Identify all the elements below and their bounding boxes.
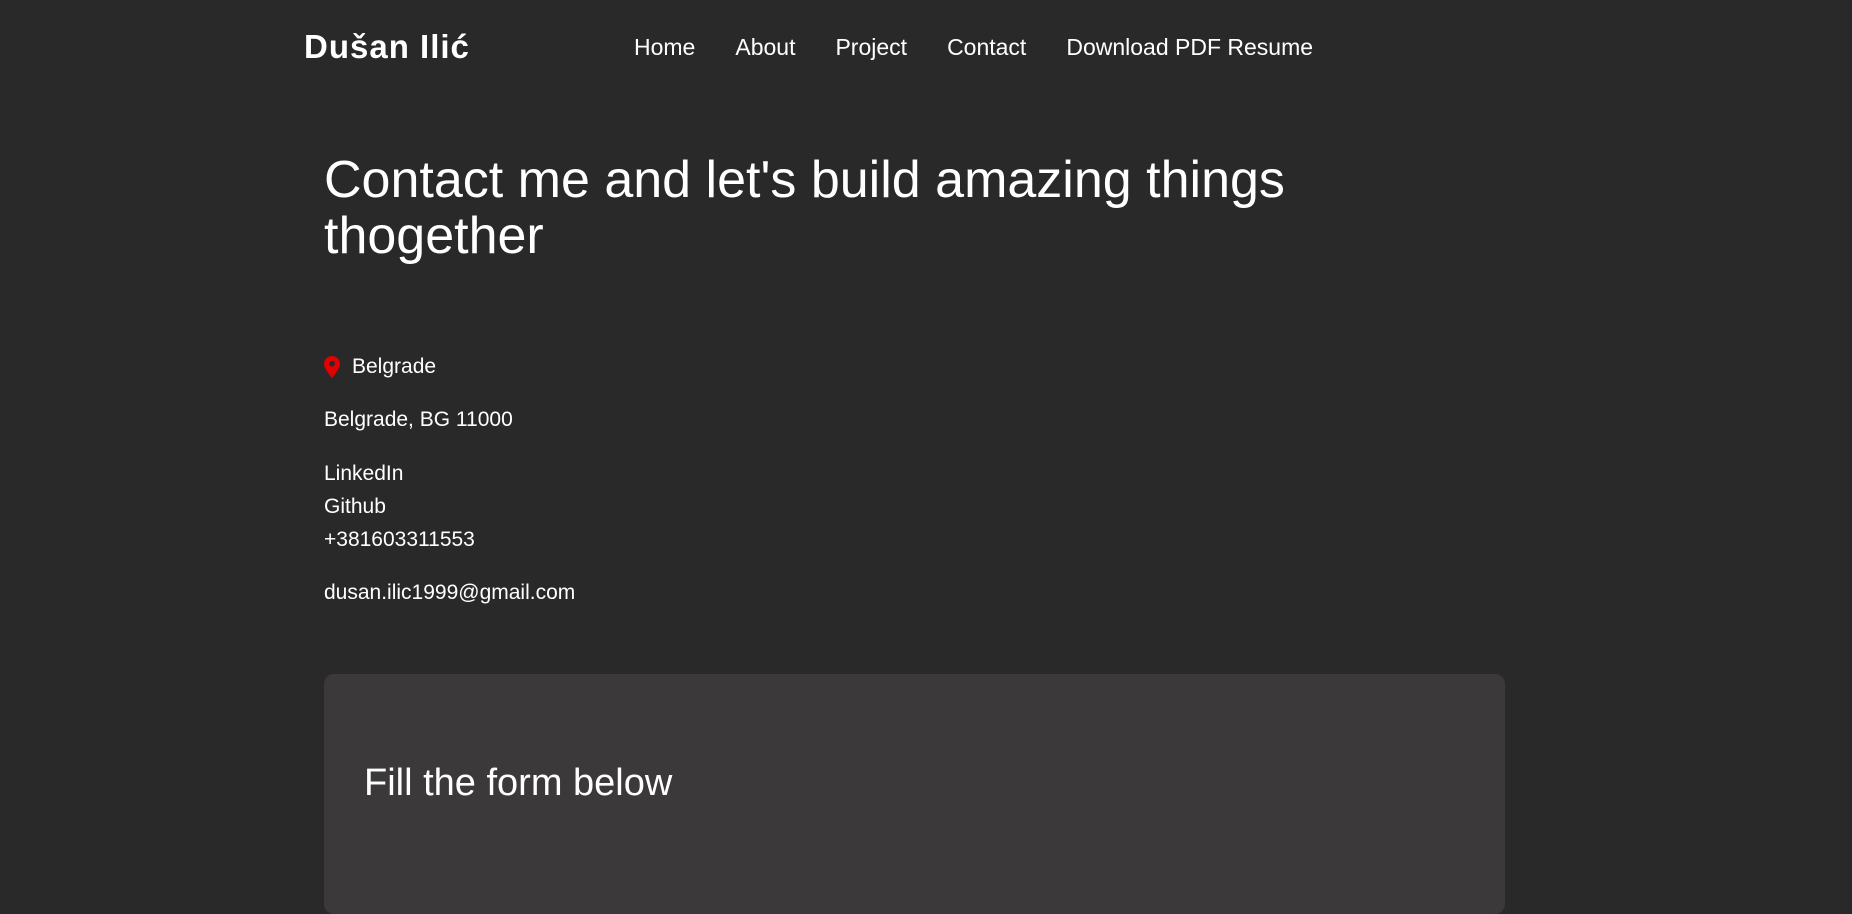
site-header: Dušan Ilić Home About Project Contact Do…	[0, 0, 1852, 96]
linkedin-link[interactable]: LinkedIn	[324, 457, 1024, 490]
email-link[interactable]: dusan.ilic1999@gmail.com	[324, 578, 1024, 608]
brand-logo[interactable]: Dušan Ilić	[304, 28, 470, 66]
nav-project-link[interactable]: Project	[835, 34, 907, 61]
nav-download-resume-link[interactable]: Download PDF Resume	[1066, 34, 1313, 61]
contact-info: Belgrade Belgrade, BG 11000 LinkedIn Git…	[324, 352, 1024, 608]
nav-contact-link[interactable]: Contact	[947, 34, 1026, 61]
github-link[interactable]: Github	[324, 490, 1024, 523]
main-nav: Home About Project Contact Download PDF …	[634, 34, 1313, 61]
nav-about-link[interactable]: About	[735, 34, 795, 61]
page-title: Contact me and let's build amazing thing…	[324, 151, 1285, 265]
location-city: Belgrade	[352, 355, 437, 378]
nav-home-link[interactable]: Home	[634, 34, 695, 61]
contact-form-card: Fill the form below	[324, 674, 1505, 914]
contact-links: LinkedIn Github +381603311553	[324, 457, 1024, 556]
form-title: Fill the form below	[364, 762, 673, 804]
location-row: Belgrade	[324, 352, 1024, 382]
address-text: Belgrade, BG 11000	[324, 408, 513, 431]
map-pin-icon	[324, 356, 340, 378]
phone-number[interactable]: +381603311553	[324, 523, 1024, 556]
